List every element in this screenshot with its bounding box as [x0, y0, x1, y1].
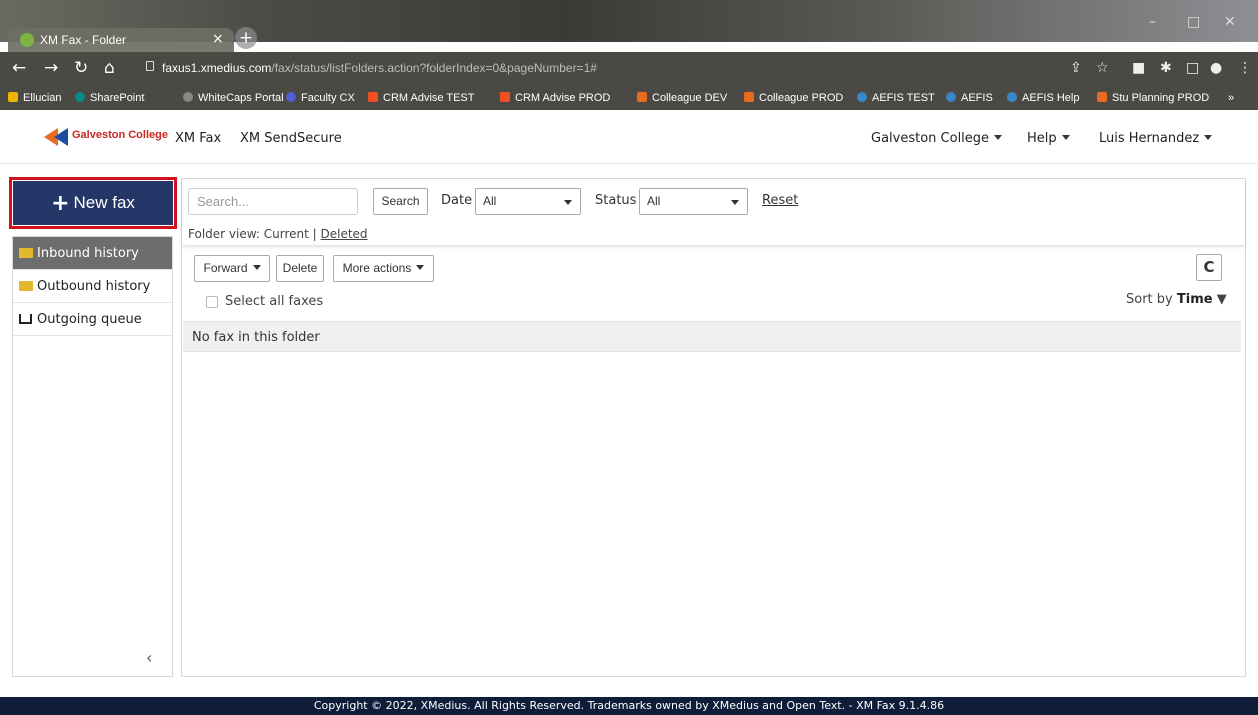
bookmark-item[interactable]: AEFIS TEST — [857, 92, 935, 104]
kebab-menu-icon[interactable]: ⋮ — [1238, 60, 1252, 76]
bookmark-item[interactable]: Ellucian — [8, 92, 62, 104]
bookmarks-overflow-icon[interactable]: » — [1228, 92, 1234, 104]
bookmark-item[interactable]: Colleague DEV — [637, 92, 727, 104]
tab-close-icon[interactable]: × — [212, 31, 224, 47]
bookmark-item[interactable]: Colleague PROD — [744, 92, 843, 104]
folder-view: Folder view: Current | Deleted — [188, 227, 368, 241]
bookmark-item[interactable]: CRM Advise TEST — [368, 92, 475, 104]
favicon-icon — [20, 33, 34, 47]
folder-icon — [19, 248, 33, 258]
refresh-icon: C — [1203, 258, 1215, 276]
bookmark-item[interactable]: SharePoint — [75, 92, 144, 104]
reset-link[interactable]: Reset — [762, 193, 798, 208]
chevron-down-icon — [1061, 135, 1070, 140]
maximize-icon[interactable]: □ — [1187, 14, 1200, 30]
minimize-icon[interactable]: – — [1149, 14, 1156, 30]
user-menu[interactable]: Luis Hernandez — [1099, 131, 1213, 146]
sort-direction-icon: ▼ — [1216, 292, 1227, 307]
plus-icon: + — [51, 191, 70, 216]
logo-text: Galveston College — [72, 129, 168, 141]
sidebar-item-outgoing-queue[interactable]: Outgoing queue — [13, 303, 172, 336]
home-icon[interactable]: ⌂ — [104, 58, 115, 78]
date-label: Date — [441, 193, 473, 208]
new-fax-button[interactable]: + New fax — [13, 181, 173, 225]
more-actions-button[interactable]: More actions — [333, 255, 434, 282]
select-all-label[interactable]: Select all faxes — [225, 294, 323, 309]
share-icon[interactable]: ⇪ — [1070, 60, 1082, 76]
back-icon[interactable]: ← — [12, 58, 26, 78]
bookmark-star-icon[interactable]: ☆ — [1096, 60, 1109, 76]
tab-title: XM Fax - Folder — [40, 33, 127, 47]
sidepanel-icon[interactable]: □ — [1186, 60, 1199, 76]
chevron-down-icon — [252, 265, 261, 270]
chevron-down-icon — [1204, 135, 1213, 140]
refresh-button[interactable]: C — [1196, 254, 1222, 281]
tray-icon — [19, 314, 32, 324]
main-panel — [181, 178, 1246, 677]
logo-chevron-icon — [54, 128, 68, 146]
chevron-down-icon — [731, 200, 739, 205]
select-all-checkbox[interactable] — [206, 296, 218, 308]
forward-icon[interactable]: → — [44, 58, 58, 78]
close-window-icon[interactable]: ✕ — [1224, 14, 1236, 30]
college-logo[interactable]: Galveston College — [44, 128, 170, 146]
profile-avatar[interactable]: ● — [1210, 60, 1222, 76]
chevron-down-icon — [416, 265, 425, 270]
delete-button[interactable]: Delete — [276, 255, 324, 282]
sort-control[interactable]: Sort by Time ▼ — [1126, 292, 1227, 307]
forward-button[interactable]: Forward — [194, 255, 270, 282]
bookmark-item[interactable]: WhiteCaps Portal — [183, 92, 284, 104]
extension-icon[interactable]: ■ — [1132, 60, 1145, 76]
new-tab-button[interactable]: + — [235, 27, 257, 49]
reload-icon[interactable]: ↻ — [74, 58, 88, 78]
bookmark-item[interactable]: AEFIS Help — [1007, 92, 1079, 104]
chevron-down-icon — [994, 135, 1003, 140]
search-input[interactable]: Search... — [188, 188, 358, 215]
search-button[interactable]: Search — [373, 188, 428, 215]
status-select[interactable]: All — [639, 188, 748, 215]
url-text[interactable]: faxus1.xmedius.com/fax/status/listFolder… — [162, 61, 597, 75]
nav-xm-sendsecure[interactable]: XM SendSecure — [240, 131, 342, 146]
bookmark-item[interactable]: Faculty CX — [286, 92, 355, 104]
bookmark-item[interactable]: AEFIS — [946, 92, 993, 104]
sidebar-item-inbound-history[interactable]: Inbound history — [13, 237, 172, 270]
page-footer: Copyright © 2022, XMedius. All Rights Re… — [0, 697, 1258, 715]
org-menu[interactable]: Galveston College — [871, 131, 1003, 146]
help-menu[interactable]: Help — [1027, 131, 1070, 146]
sidebar-item-outbound-history[interactable]: Outbound history — [13, 270, 172, 303]
date-select[interactable]: All — [475, 188, 581, 215]
collapse-sidebar-icon[interactable]: ‹ — [146, 648, 152, 667]
bookmark-item[interactable]: Stu Planning PROD — [1097, 92, 1209, 104]
folder-icon — [19, 281, 33, 291]
empty-list-message: No fax in this folder — [183, 321, 1241, 352]
puzzle-icon[interactable]: ✱ — [1160, 60, 1172, 76]
deleted-link[interactable]: Deleted — [321, 227, 368, 241]
status-label: Status — [595, 193, 637, 208]
nav-xm-fax[interactable]: XM Fax — [175, 131, 221, 146]
chevron-down-icon — [564, 200, 572, 205]
lock-icon — [146, 61, 154, 71]
bookmark-item[interactable]: CRM Advise PROD — [500, 92, 610, 104]
